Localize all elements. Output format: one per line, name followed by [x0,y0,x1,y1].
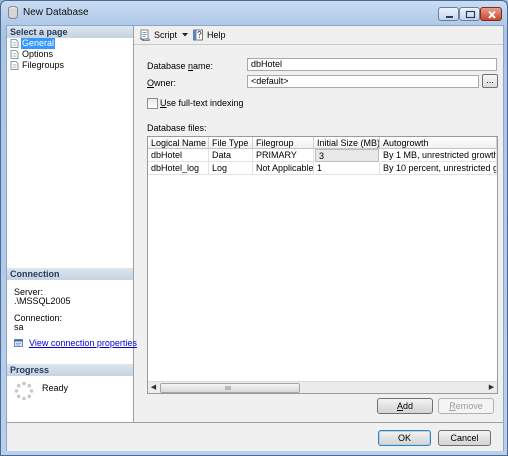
server-value: .\MSSQL2005 [14,296,71,306]
table-cell-logical-name[interactable]: dbHotel [148,149,209,162]
scroll-left-icon[interactable]: ◀ [148,382,159,393]
table-cell-logical-name[interactable]: dbHotel_log [148,162,209,175]
database-name-label: Database name: [147,61,214,71]
select-page-header: Select a page [7,26,133,38]
help-button[interactable]: Help [207,29,226,42]
browse-owner-button[interactable]: ... [482,74,498,88]
column-header-filegroup[interactable]: Filegroup [253,137,314,149]
scroll-right-icon[interactable]: ▶ [486,382,497,393]
scrollbar-thumb[interactable] [160,383,300,393]
fulltext-indexing-checkbox[interactable] [147,98,158,109]
title-bar[interactable]: New Database [1,1,507,25]
script-button[interactable]: Script [154,29,177,42]
database-icon [8,6,18,19]
table-cell-filegroup[interactable]: PRIMARY [253,149,314,162]
new-database-window: New Database Select a page General Optio… [0,0,508,456]
toolbar: Script Help [134,26,503,45]
page-icon [10,50,19,59]
close-icon [488,10,496,19]
page-icon [10,39,19,48]
maximize-icon [465,10,476,19]
grip-icon [225,386,231,390]
chevron-down-icon[interactable] [182,33,188,37]
page-item-label: Filegroups [22,60,65,70]
progress-spinner-icon [14,381,34,401]
dialog-client-area: Select a page General Options Filegroups… [6,25,504,451]
column-header-file-type[interactable]: File Type [209,137,253,149]
table-cell-filegroup[interactable]: Not Applicable [253,162,314,175]
progress-header: Progress [7,364,133,376]
connection-properties-icon [14,339,23,347]
table-cell-initial-size[interactable]: 3 [315,149,379,162]
table-cell-file-type[interactable]: Data [209,149,253,162]
connection-value: sa [14,322,24,332]
table-cell-initial-size[interactable]: 1 [314,162,380,175]
table-cell-autogrowth[interactable]: By 1 MB, unrestricted growth [380,149,497,162]
dialog-button-bar: OK Cancel [7,422,503,451]
ok-button[interactable]: OK [378,430,431,446]
fulltext-indexing-label: Use full-text indexing [160,98,244,108]
database-files-label: Database files: [147,123,207,133]
window-title: New Database [23,7,89,18]
progress-status: Ready [42,383,69,393]
page-item-label: General [21,38,56,49]
table-cell-file-type[interactable]: Log [209,162,253,175]
connection-header: Connection [7,268,133,280]
left-pane: Select a page General Options Filegroups… [7,26,137,422]
add-button[interactable]: Add [377,398,433,414]
minimize-icon [446,16,453,18]
column-header-logical-name[interactable]: Logical Name [148,137,209,149]
table-cell-autogrowth[interactable]: By 10 percent, unrestricted growth [380,162,497,175]
column-header-initial-size[interactable]: Initial Size (MB) [314,137,380,149]
remove-button[interactable]: Remove [438,398,494,414]
database-name-field[interactable]: dbHotel [247,58,497,71]
script-icon [139,29,150,41]
page-icon [10,61,19,70]
horizontal-scrollbar[interactable]: ◀ ▶ [148,381,497,393]
page-item-label: Options [22,49,54,59]
minimize-button[interactable] [438,7,459,21]
database-files-grid[interactable]: Logical Name File Type Filegroup Initial… [147,136,498,394]
help-icon [193,29,203,41]
column-header-autogrowth[interactable]: Autogrowth [380,137,497,149]
owner-label: Owner: [147,78,177,88]
cancel-button[interactable]: Cancel [438,430,491,446]
view-connection-properties-link[interactable]: View connection properties [29,338,137,348]
owner-field[interactable]: <default> [247,75,479,88]
close-button[interactable] [480,7,502,21]
maximize-button[interactable] [459,7,480,21]
